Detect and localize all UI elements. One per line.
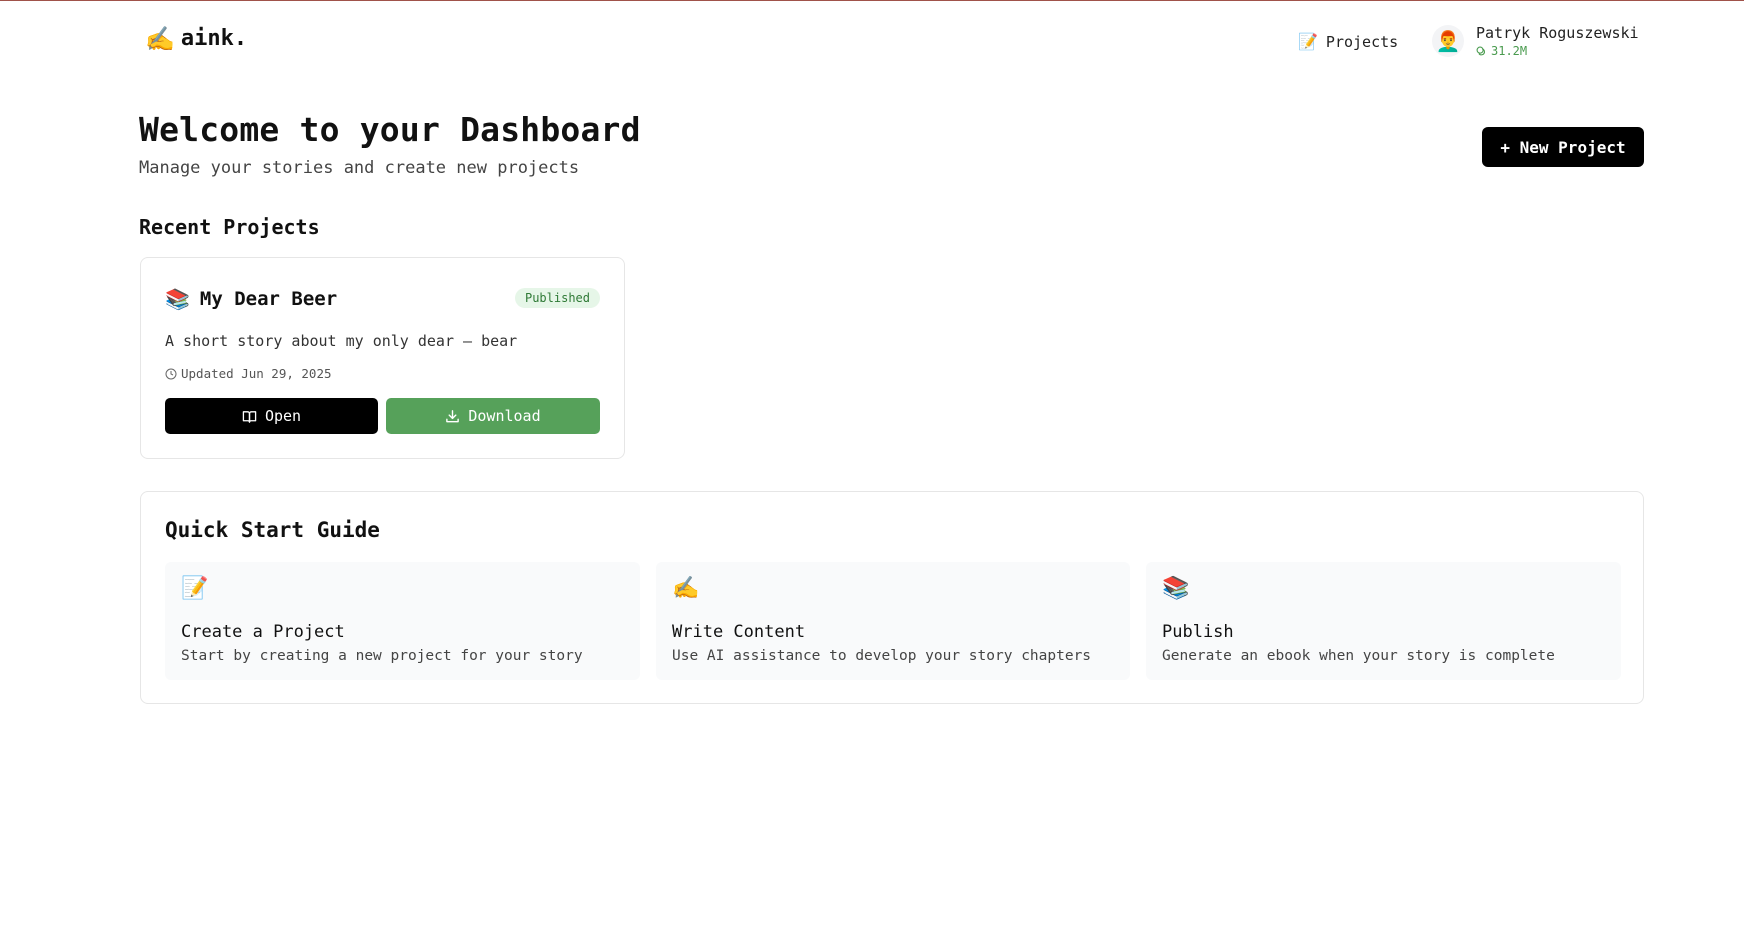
- step-description: Use AI assistance to develop your story …: [672, 648, 1092, 664]
- user-credits: 31.2M: [1476, 44, 1639, 58]
- page-subtitle: Manage your stories and create new proje…: [139, 158, 580, 178]
- user-meta: Patryk Roguszewski 31.2M: [1476, 24, 1639, 58]
- writing-hand-icon: ✍️: [145, 24, 175, 53]
- download-project-button[interactable]: Download: [386, 398, 600, 434]
- download-button-label: Download: [468, 407, 541, 425]
- status-badge: Published: [514, 288, 600, 308]
- user-name: Patryk Roguszewski: [1476, 24, 1639, 42]
- writing-hand-icon: ✍️: [672, 576, 700, 601]
- open-button-label: Open: [264, 407, 302, 425]
- books-icon: 📚: [1162, 576, 1190, 601]
- step-title: Write Content: [672, 622, 806, 642]
- new-project-button[interactable]: + New Project: [1482, 127, 1644, 167]
- guide-step-create: 📝 Create a Project Start by creating a n…: [165, 562, 640, 680]
- user-menu[interactable]: 👨‍🦰 Patryk Roguszewski 31.2M: [1432, 24, 1639, 58]
- step-description: Generate an ebook when your story is com…: [1162, 648, 1555, 664]
- logo-text: aink.: [180, 26, 248, 51]
- step-title: Publish: [1162, 622, 1234, 642]
- project-updated-text: Updated Jun 29, 2025: [181, 366, 332, 381]
- avatar: 👨‍🦰: [1432, 25, 1464, 57]
- download-icon: [446, 409, 460, 422]
- guide-step-write: ✍️ Write Content Use AI assistance to de…: [656, 562, 1130, 680]
- books-icon: 📚: [165, 287, 190, 311]
- memo-icon: 📝: [181, 576, 209, 601]
- guide-step-publish: 📚 Publish Generate an ebook when your st…: [1146, 562, 1621, 680]
- step-description: Start by creating a new project for your…: [181, 648, 583, 664]
- clock-icon: [165, 368, 177, 379]
- project-updated: Updated Jun 29, 2025: [165, 366, 332, 381]
- quick-start-title: Quick Start Guide: [165, 518, 380, 542]
- memo-icon: 📝: [1298, 32, 1318, 51]
- open-project-button[interactable]: Open: [165, 398, 378, 434]
- nav-projects-label: Projects: [1325, 32, 1399, 51]
- project-card-header: 📚 My Dear Beer: [165, 288, 337, 310]
- app-header: ✍️ aink. 📝 Projects 👨‍🦰 Patryk Roguszews…: [0, 0, 1744, 86]
- page-title: Welcome to your Dashboard: [139, 110, 641, 149]
- coins-icon: [1476, 46, 1486, 55]
- credits-value: 31.2M: [1491, 44, 1528, 58]
- quick-start-guide: Quick Start Guide 📝 Create a Project Sta…: [140, 491, 1644, 704]
- nav-projects-link[interactable]: 📝 Projects: [1298, 32, 1398, 51]
- book-open-icon: [242, 410, 257, 423]
- project-description: A short story about my only dear – bear: [165, 332, 518, 350]
- step-title: Create a Project: [181, 622, 345, 642]
- app-logo[interactable]: ✍️ aink.: [145, 26, 247, 51]
- recent-projects-title: Recent Projects: [139, 215, 320, 239]
- project-card: 📚 My Dear Beer Published A short story a…: [140, 257, 625, 459]
- project-title: My Dear Beer: [199, 288, 338, 310]
